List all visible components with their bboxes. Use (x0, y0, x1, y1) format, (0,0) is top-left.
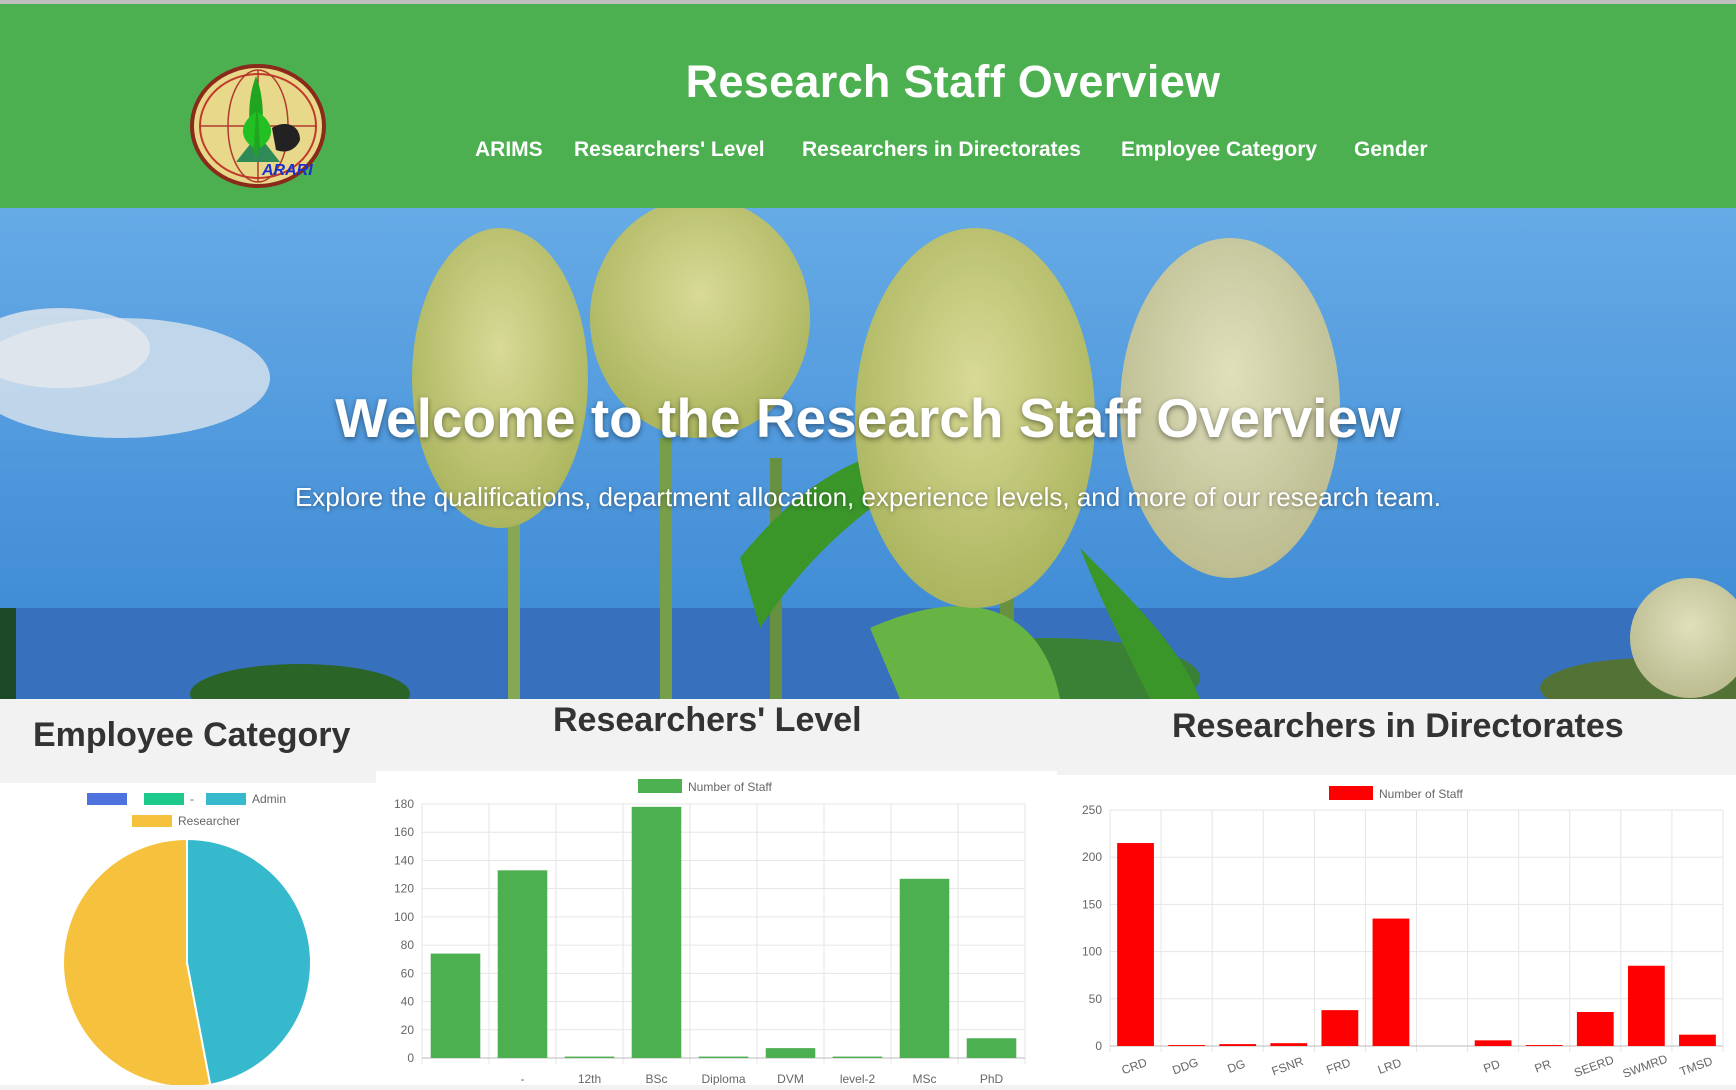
directorates-bar-chart: Number of Staff 0 50 100 150 200 250 CRD DDG DG FS… (1082, 786, 1724, 1081)
x-tick-label: PhD (980, 1072, 1004, 1085)
y-tick-label: 80 (401, 938, 415, 952)
x-tick-label: level-2 (840, 1072, 876, 1085)
chart-bar (899, 878, 950, 1058)
main-nav: ARIMS Researchers' Level Researchers in … (0, 138, 1736, 168)
x-tick-label: PR (1533, 1057, 1554, 1076)
x-tick-label: SEERD (1572, 1052, 1616, 1079)
x-tick-label: DG (1225, 1057, 1247, 1076)
chart-bar (1270, 1043, 1308, 1046)
y-tick-label: 0 (407, 1051, 414, 1065)
x-tick-label: PD (1482, 1057, 1503, 1076)
pie-legend-swatch (132, 815, 172, 827)
chart-bar (497, 870, 548, 1058)
y-tick-label: 120 (394, 882, 414, 896)
hero-background-image (0, 208, 1736, 699)
hero-subtitle: Explore the qualifications, department a… (294, 482, 1442, 512)
y-tick-label: 160 (394, 825, 414, 839)
x-tick-label: MSc (913, 1072, 937, 1085)
x-tick-label: TMSD (1678, 1054, 1715, 1079)
x-tick-label: Diploma (701, 1072, 745, 1085)
x-tick-label: FRD (1325, 1055, 1353, 1077)
researchers-level-chart-panel: Number of Staff 0 20 40 60 80 100 120 140 160 180 -… (376, 771, 1057, 1086)
employee-category-chart-panel: - Admin Researcher (0, 783, 376, 1088)
pie-legend-label: Researcher (178, 814, 240, 828)
site-header: ARARI Research Staff Overview ARIMS Rese… (0, 4, 1736, 208)
chart-legend-swatch (638, 779, 682, 793)
directorates-chart-panel: Number of Staff 0 50 100 150 200 250 CRD DDG DG FS… (1057, 775, 1736, 1085)
pie-legend-swatch (144, 793, 184, 805)
site-title: Research Staff Overview (685, 56, 1221, 107)
hero-banner: Welcome to the Research Staff Overview E… (0, 208, 1736, 699)
x-tick-label: FSNR (1270, 1054, 1306, 1078)
nav-gender[interactable]: Gender (1354, 138, 1428, 162)
nav-researchers-in-directorates[interactable]: Researchers in Directorates (802, 138, 1081, 162)
chart-bar (1117, 843, 1154, 1046)
chart-bar (698, 1056, 749, 1058)
hero-title: Welcome to the Research Staff Overview (335, 387, 1401, 449)
chart-bar (1474, 1040, 1512, 1046)
chart-bar (1321, 1010, 1359, 1046)
researchers-level-bar-chart: Number of Staff 0 20 40 60 80 100 120 140 160 180 -… (394, 779, 1026, 1086)
x-tick-label: 12th (578, 1072, 601, 1085)
y-tick-label: 100 (394, 910, 414, 924)
chart-bar (1372, 918, 1410, 1046)
x-tick-label: SWMRD (1621, 1052, 1670, 1081)
y-tick-label: 50 (1089, 992, 1103, 1006)
y-tick-label: 40 (401, 995, 415, 1009)
y-tick-label: 0 (1095, 1039, 1102, 1053)
y-tick-label: 200 (1082, 850, 1102, 864)
section-title-researchers-directorates: Researchers in Directorates (1172, 707, 1624, 745)
y-tick-label: 60 (401, 966, 415, 980)
y-tick-label: 20 (401, 1023, 415, 1037)
pie-legend-swatch (206, 793, 246, 805)
x-tick-label: BSc (645, 1072, 667, 1085)
pie-legend-label: - (190, 792, 194, 806)
nav-employee-category[interactable]: Employee Category (1121, 138, 1317, 162)
chart-bar (1168, 1045, 1206, 1046)
chart-bar (564, 1056, 615, 1058)
pie-slice (186, 837, 312, 1086)
x-tick-label: LRD (1376, 1055, 1404, 1076)
y-tick-label: 140 (394, 853, 414, 867)
chart-bar (1627, 965, 1665, 1046)
pie-legend-swatch (87, 793, 127, 805)
chart-legend-label: Number of Staff (1379, 787, 1463, 801)
chart-bar (832, 1056, 883, 1058)
pie-legend-label: Admin (252, 792, 286, 806)
section-title-researchers-level: Researchers' Level (553, 701, 862, 739)
chart-bar (1679, 1034, 1716, 1046)
nav-researchers-level[interactable]: Researchers' Level (574, 138, 765, 162)
chart-bar (430, 953, 481, 1058)
x-tick-label: - (521, 1072, 525, 1085)
chart-legend-swatch (1329, 786, 1373, 800)
chart-legend-label: Number of Staff (688, 780, 772, 794)
section-title-employee-category: Employee Category (33, 716, 351, 754)
y-tick-label: 150 (1082, 897, 1102, 911)
chart-bar (1219, 1044, 1257, 1046)
x-tick-label: CRD (1120, 1055, 1150, 1077)
x-tick-label: DVM (777, 1072, 804, 1085)
y-tick-label: 180 (394, 797, 414, 811)
chart-bar (1525, 1045, 1563, 1046)
employee-category-pie-chart: - Admin Researcher (62, 792, 312, 1088)
chart-bar (966, 1038, 1017, 1058)
chart-bar (765, 1048, 816, 1058)
y-tick-label: 100 (1082, 945, 1102, 959)
chart-bar (631, 806, 682, 1058)
nav-arims[interactable]: ARIMS (475, 138, 543, 162)
y-tick-label: 250 (1082, 803, 1102, 817)
chart-bar (1576, 1012, 1614, 1046)
x-tick-label: DDG (1170, 1055, 1200, 1077)
